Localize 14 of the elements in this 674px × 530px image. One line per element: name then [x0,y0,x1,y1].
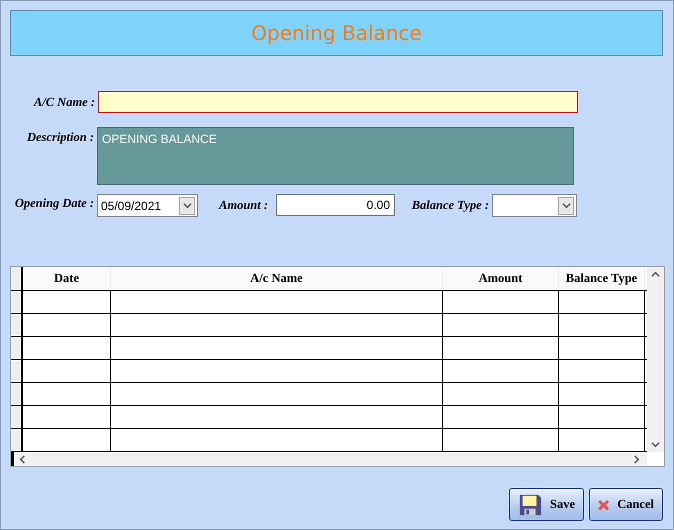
field-label: Opening Date : [14,196,95,211]
column-header[interactable]: Amount [443,267,559,290]
amount-field[interactable]: 0.00 [276,194,395,216]
column-header[interactable]: Date [23,267,111,290]
window-title: Opening Balance [10,10,663,56]
date-dropdown[interactable]: 05/09/2021 [97,194,198,217]
column-header[interactable]: A/c Name [111,267,443,290]
save-button[interactable]: Save [509,488,584,521]
cancel-button[interactable]: Cancel [589,488,663,521]
field-label: Amount : [217,198,269,213]
field-label: Balance Type : [410,198,490,213]
field-label: A/C Name : [32,94,96,110]
column-header[interactable]: Balance Type [559,267,645,290]
field-label: Description : [26,130,95,145]
